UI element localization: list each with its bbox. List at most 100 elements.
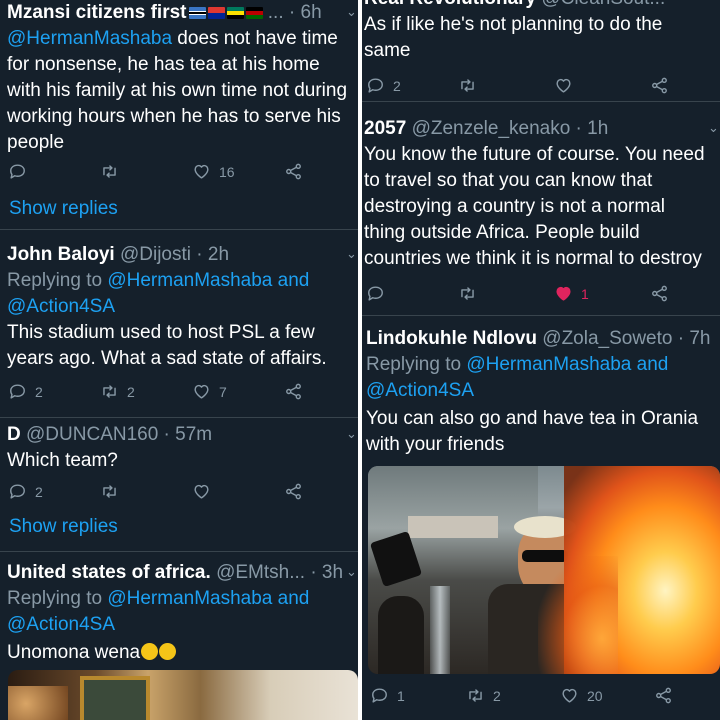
- share-button[interactable]: [284, 382, 303, 401]
- author-handle: @CleanSout...: [541, 0, 665, 9]
- right-screenshot-column: Real Revolutionary @CleanSout... As if l…: [362, 0, 720, 720]
- chevron-down-icon[interactable]: ⌄: [346, 426, 357, 442]
- retweet-button[interactable]: [458, 284, 477, 303]
- tweet-actions: 1: [362, 284, 720, 308]
- mention-link[interactable]: @Action4SA: [366, 378, 474, 404]
- replying-to: Replying to @HermanMashaba and: [366, 354, 669, 375]
- tweet-header: United states of africa. @EMtsh... · 3h: [7, 560, 343, 586]
- retweet-button[interactable]: 2: [466, 686, 501, 705]
- mention-link[interactable]: @HermanMashaba: [7, 28, 172, 49]
- tweet-text-line: As if like he's not planning to do the: [364, 14, 663, 35]
- tweet-time: · 6h: [288, 2, 322, 23]
- like-button[interactable]: 7: [192, 382, 227, 401]
- tweet-text-line: @HermanMashaba does not have time: [7, 28, 338, 49]
- share-button[interactable]: [650, 76, 669, 95]
- reply-button[interactable]: [8, 162, 27, 181]
- like-button[interactable]: [554, 76, 573, 95]
- tweet-header: Lindokuhle Ndlovu @Zola_Soweto · 7h: [366, 326, 711, 352]
- like-icon: [192, 162, 211, 181]
- chevron-down-icon[interactable]: ⌄: [346, 564, 357, 580]
- author-name[interactable]: United states of africa.: [7, 562, 211, 583]
- tweet-real-revolutionary[interactable]: Real Revolutionary @CleanSout... As if l…: [362, 0, 720, 102]
- reply-button[interactable]: 2: [8, 382, 43, 401]
- like-button[interactable]: 1: [554, 284, 589, 303]
- author-handle: @EMtsh...: [216, 562, 306, 583]
- tweet-time: · 3h: [310, 562, 344, 583]
- reply-button[interactable]: 2: [8, 482, 43, 501]
- retweet-count: 2: [493, 687, 501, 704]
- like-count: 20: [587, 687, 603, 704]
- tweet-2057[interactable]: 2057 @Zenzele_kenako · 1h ⌄ You know the…: [362, 102, 720, 316]
- chevron-down-icon[interactable]: ⌄: [708, 120, 719, 136]
- like-button[interactable]: [192, 482, 211, 501]
- retweet-button[interactable]: [100, 482, 119, 501]
- tweet-text-line: working hours when he has to serve his: [7, 106, 341, 127]
- like-count: 1: [581, 285, 589, 302]
- share-button[interactable]: [650, 284, 669, 303]
- share-button[interactable]: [284, 162, 303, 181]
- share-icon: [654, 686, 673, 705]
- tweet-image[interactable]: [8, 670, 358, 720]
- retweet-button[interactable]: [458, 76, 477, 95]
- tweet-lindokuhle-ndlovu[interactable]: Lindokuhle Ndlovu @Zola_Soweto · 7h Repl…: [362, 316, 720, 720]
- tweet-united-states-of-africa[interactable]: United states of africa. @EMtsh... · 3h …: [0, 552, 358, 720]
- reply-count: 1: [397, 687, 405, 704]
- mention-link[interactable]: @HermanMashaba and: [107, 270, 309, 291]
- tweet-mzansi[interactable]: Mzansi citizens first ... · 6h ⌄ @Herman…: [0, 0, 358, 230]
- chevron-down-icon[interactable]: ⌄: [346, 4, 357, 20]
- share-icon: [650, 76, 669, 95]
- reply-icon: [366, 284, 385, 303]
- like-count: 7: [219, 383, 227, 400]
- author-name[interactable]: D: [7, 424, 21, 445]
- like-icon: [560, 686, 579, 705]
- share-icon: [650, 284, 669, 303]
- author-name[interactable]: Real Revolutionary: [364, 0, 536, 9]
- show-replies-link[interactable]: Show replies: [9, 516, 118, 538]
- tweet-text-line: to travel so that you can know that: [364, 170, 653, 191]
- share-icon: [284, 382, 303, 401]
- like-button[interactable]: 20: [560, 686, 603, 705]
- left-screenshot-column: Mzansi citizens first ... · 6h ⌄ @Herman…: [0, 0, 358, 720]
- retweet-icon: [466, 686, 485, 705]
- tweet-text-line: people: [7, 132, 65, 153]
- tweet-john-baloyi[interactable]: John Baloyi @Dijosti · 2h ⌄ Replying to …: [0, 230, 358, 418]
- mention-link[interactable]: @HermanMashaba and: [107, 588, 309, 609]
- author-name[interactable]: Lindokuhle Ndlovu: [366, 328, 537, 349]
- tweet-duncan[interactable]: D @DUNCAN160 · 57m ⌄ Which team? 2 Show …: [0, 418, 358, 552]
- tweet-header: Real Revolutionary @CleanSout...: [364, 0, 665, 12]
- tweet-text-line: destroying a country is not a normal: [364, 196, 665, 217]
- tweet-text-line: This stadium used to host PSL a few: [7, 322, 315, 343]
- author-name[interactable]: 2057: [364, 118, 406, 139]
- tweet-text-line: You know the future of course. You need: [364, 144, 705, 165]
- mention-link[interactable]: @HermanMashaba and: [466, 354, 668, 375]
- mention-link[interactable]: @Action4SA: [7, 294, 115, 320]
- tweet-header: John Baloyi @Dijosti · 2h: [7, 242, 229, 268]
- tweet-header: D @DUNCAN160 · 57m: [7, 422, 212, 448]
- author-name[interactable]: Mzansi citizens first: [7, 2, 187, 23]
- tweet-text-line: Unomona wena: [7, 640, 177, 666]
- retweet-icon: [100, 382, 119, 401]
- show-replies-link[interactable]: Show replies: [9, 198, 118, 220]
- like-button[interactable]: 16: [192, 162, 235, 181]
- share-button[interactable]: [654, 686, 673, 705]
- retweet-button[interactable]: 2: [100, 382, 135, 401]
- retweet-button[interactable]: [100, 162, 119, 181]
- tweet-text-line: with his family at his own time not duri…: [7, 80, 348, 101]
- author-name[interactable]: John Baloyi: [7, 244, 115, 265]
- tweet-actions: 1 2 20: [362, 686, 720, 710]
- tweet-header: Mzansi citizens first ... · 6h: [7, 2, 322, 23]
- chevron-down-icon[interactable]: ⌄: [346, 246, 357, 262]
- reply-button[interactable]: 2: [366, 76, 401, 95]
- reply-button[interactable]: 1: [370, 686, 405, 705]
- tweet-text-line: years ago. What a sad state of affairs.: [7, 348, 327, 369]
- share-icon: [284, 162, 303, 181]
- author-handle: @Dijosti · 2h: [119, 244, 230, 265]
- mention-link[interactable]: @Action4SA: [7, 612, 115, 638]
- reply-button[interactable]: [366, 284, 385, 303]
- tweet-text-line: same: [364, 40, 411, 61]
- reply-icon: [8, 482, 27, 501]
- tweet-image-chef-fire[interactable]: [368, 466, 720, 674]
- share-button[interactable]: [284, 482, 303, 501]
- replying-to: Replying to @HermanMashaba and: [7, 588, 310, 609]
- like-count: 16: [219, 163, 235, 180]
